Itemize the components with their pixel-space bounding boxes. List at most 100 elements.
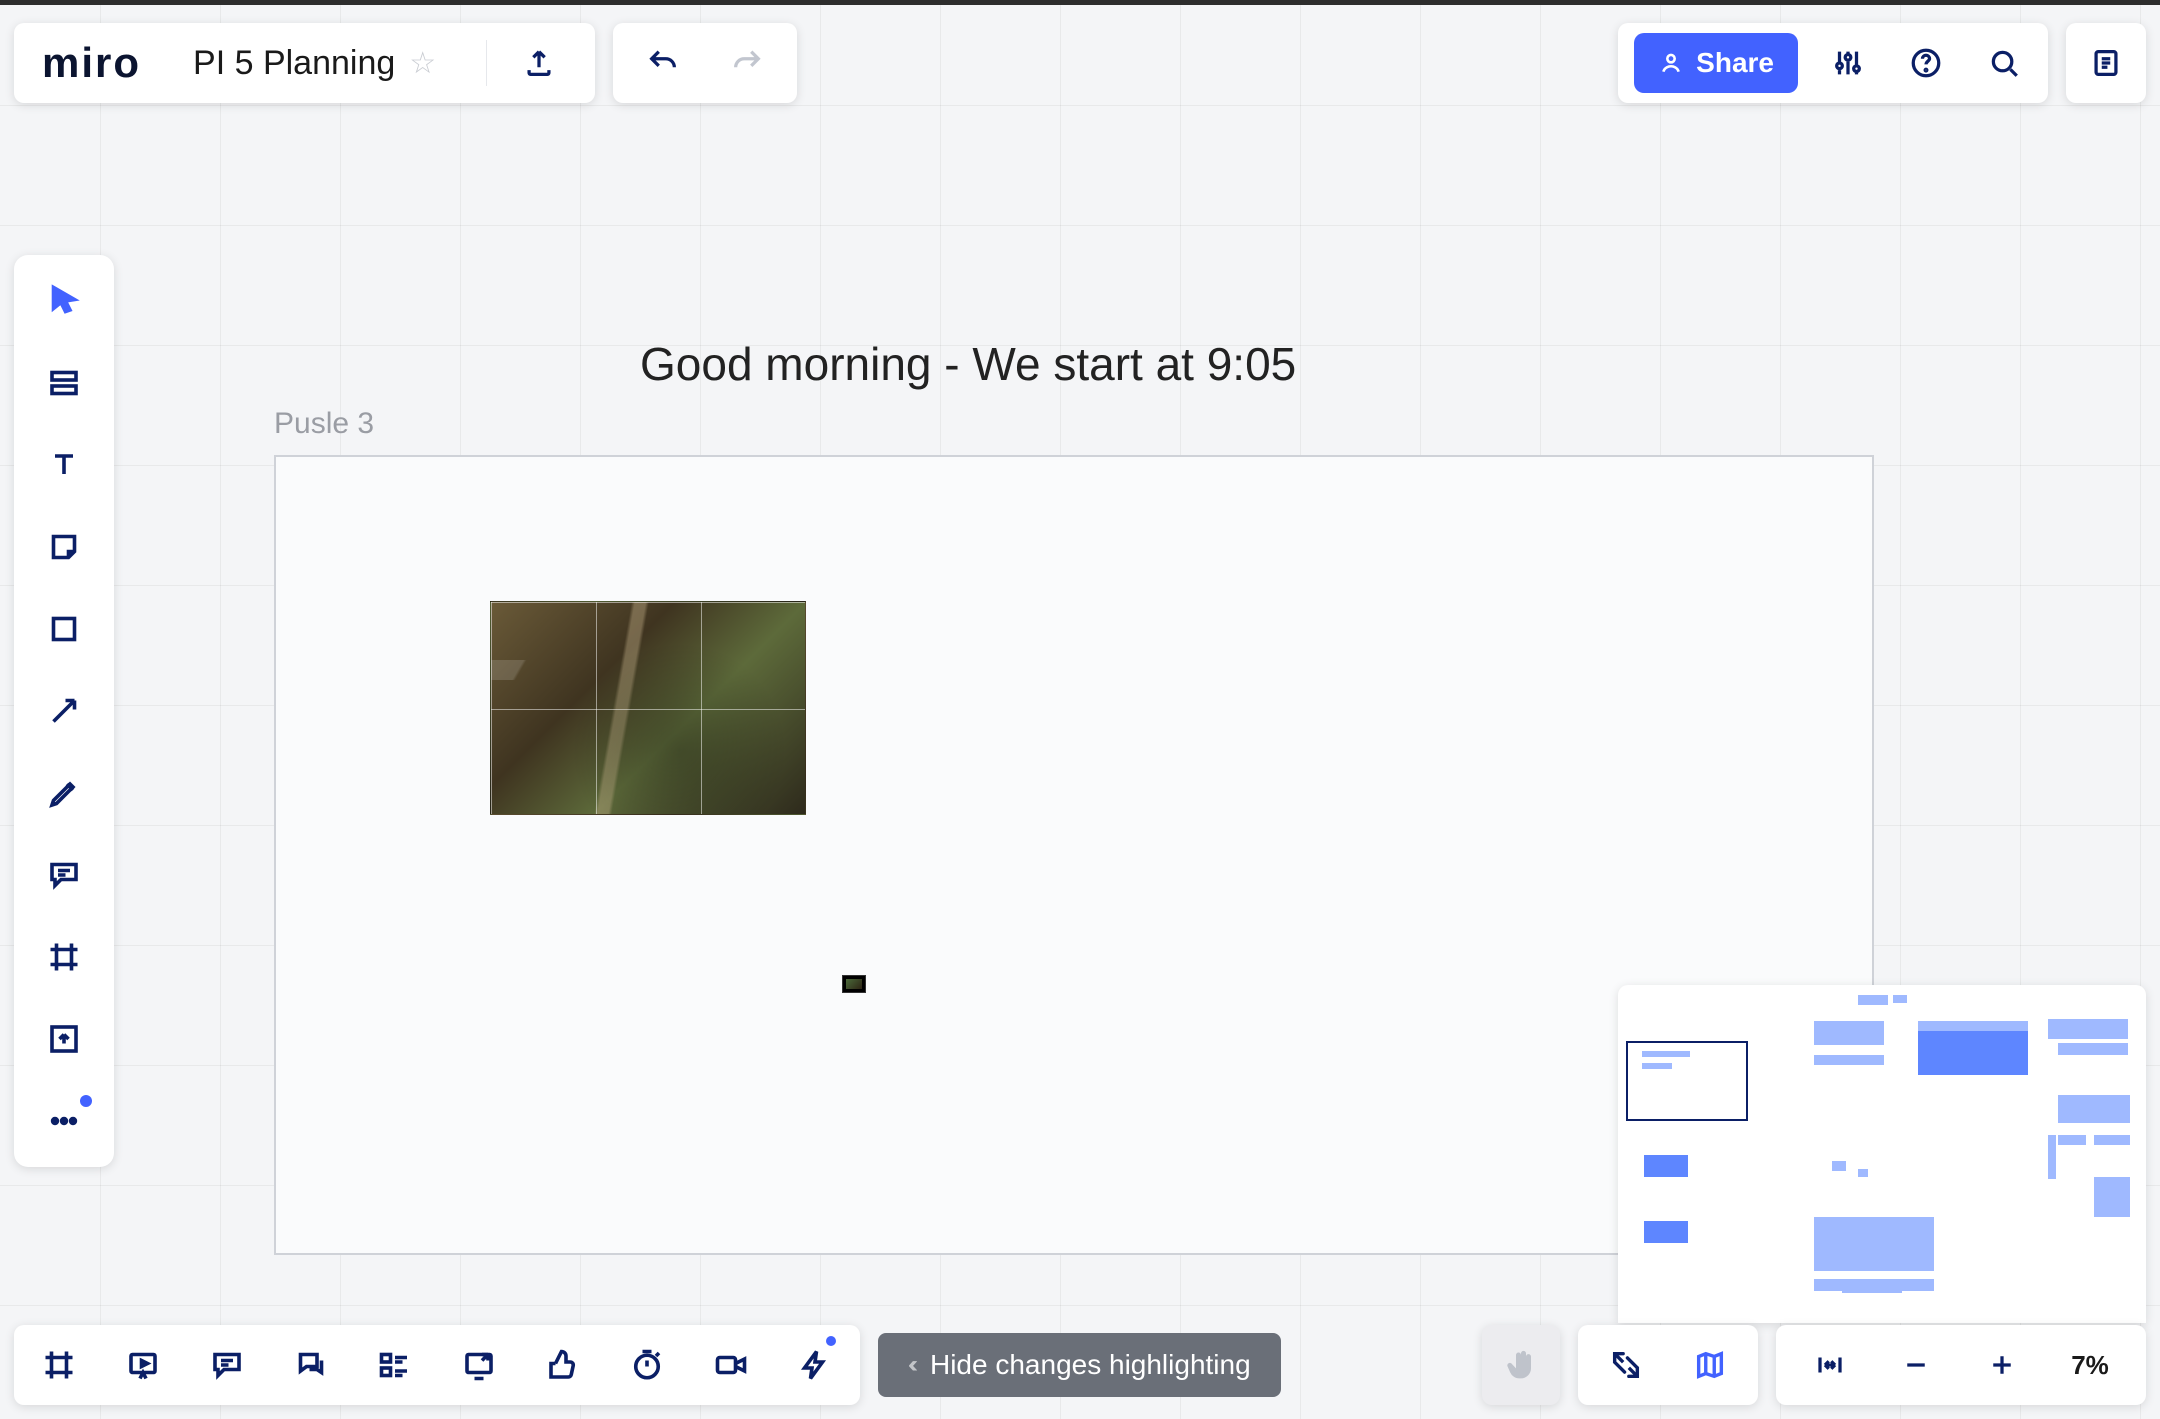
shape-icon [46, 611, 82, 647]
help-button[interactable] [1898, 35, 1954, 91]
tool-timer[interactable] [622, 1340, 672, 1390]
minimap-block [1858, 995, 1888, 1005]
map-icon [1693, 1348, 1727, 1382]
bottom-bar: ‹‹ Hide changes highlighting 7% [14, 1325, 2146, 1405]
more-icon [46, 1103, 82, 1139]
comment-icon [46, 857, 82, 893]
minimap-block [2094, 1177, 2130, 1217]
zoom-in-button[interactable] [1974, 1337, 2030, 1393]
tool-frames-list[interactable] [34, 1340, 84, 1390]
video-icon [713, 1347, 749, 1383]
notes-icon [2089, 46, 2123, 80]
top-bar: miro PI 5 Planning ☆ Share [14, 23, 2146, 103]
minimap-block [2094, 1135, 2130, 1145]
frame-label[interactable]: Pusle 3 [274, 407, 374, 441]
fit-width-icon [1815, 1350, 1845, 1380]
canvas-thumbnail[interactable] [842, 975, 866, 993]
tool-shape[interactable] [34, 605, 94, 653]
tool-upload[interactable] [34, 1015, 94, 1063]
hide-changes-label: Hide changes highlighting [930, 1349, 1251, 1381]
minimap-block [2048, 1019, 2128, 1039]
tool-comment[interactable] [34, 851, 94, 899]
search-button[interactable] [1976, 35, 2032, 91]
separator [486, 40, 487, 86]
share-button[interactable]: Share [1634, 33, 1798, 93]
tool-screen-share[interactable] [454, 1340, 504, 1390]
tool-activities[interactable] [790, 1340, 840, 1390]
comments-icon [209, 1347, 245, 1383]
chevron-left-icon: ‹‹ [908, 1351, 912, 1379]
tool-templates[interactable] [34, 359, 94, 407]
hide-changes-button[interactable]: ‹‹ Hide changes highlighting [878, 1333, 1281, 1397]
tool-sticky-note[interactable] [34, 523, 94, 571]
tool-connection-line[interactable] [34, 687, 94, 735]
tool-select[interactable] [34, 277, 94, 325]
presentation-icon [125, 1347, 161, 1383]
minimap-block [1814, 1055, 1884, 1065]
minimap-block [1918, 1021, 2028, 1031]
tool-reactions[interactable] [538, 1340, 588, 1390]
export-button[interactable] [511, 35, 567, 91]
fullscreen-button[interactable] [1598, 1337, 1654, 1393]
left-toolbar [14, 255, 114, 1167]
minimap-block [2048, 1135, 2056, 1179]
minimap-block [1644, 1221, 1688, 1243]
pen-icon [46, 775, 82, 811]
tool-comments[interactable] [202, 1340, 252, 1390]
share-label: Share [1696, 47, 1774, 79]
templates-icon [46, 365, 82, 401]
help-icon [1909, 46, 1943, 80]
tool-presentation[interactable] [118, 1340, 168, 1390]
tool-more[interactable] [34, 1097, 94, 1145]
zoom-out-button[interactable] [1888, 1337, 1944, 1393]
top-actions-card: Share [1618, 23, 2048, 103]
search-icon [1987, 46, 2021, 80]
minimap-block [2058, 1043, 2128, 1055]
tool-cards[interactable] [370, 1340, 420, 1390]
text-icon [46, 447, 82, 483]
redo-icon [730, 46, 764, 80]
minus-icon [1901, 1350, 1931, 1380]
notes-button[interactable] [2066, 23, 2146, 103]
plus-icon [1987, 1350, 2017, 1380]
tool-frame[interactable] [34, 933, 94, 981]
zoom-card: 7% [1776, 1325, 2146, 1405]
frame-icon [46, 939, 82, 975]
undo-button[interactable] [635, 35, 691, 91]
minimap-block [1814, 1217, 1934, 1271]
timer-icon [629, 1347, 665, 1383]
zoom-value[interactable]: 7% [2060, 1350, 2120, 1381]
tool-video[interactable] [706, 1340, 756, 1390]
minimap-block [1893, 995, 1907, 1003]
canvas-image[interactable] [490, 601, 806, 815]
sliders-icon [1831, 46, 1865, 80]
top-right-cluster: Share [1618, 23, 2146, 103]
upload-icon [46, 1021, 82, 1057]
redo-button[interactable] [719, 35, 775, 91]
settings-button[interactable] [1820, 35, 1876, 91]
export-icon [522, 46, 556, 80]
minimap-block [1858, 1169, 1868, 1177]
cursor-icon [46, 283, 82, 319]
board-title[interactable]: PI 5 Planning [193, 44, 395, 83]
miro-logo[interactable]: miro [42, 39, 141, 87]
minimap-block [1642, 1063, 1672, 1069]
canvas-headline[interactable]: Good morning - We start at 9:05 [640, 337, 1296, 391]
touch-mode-button[interactable] [1482, 1325, 1560, 1405]
minimap[interactable] [1618, 985, 2146, 1323]
bolt-icon [797, 1347, 833, 1383]
tool-text[interactable] [34, 441, 94, 489]
map-button[interactable] [1682, 1337, 1738, 1393]
tool-pen[interactable] [34, 769, 94, 817]
minimap-block [1644, 1155, 1688, 1177]
sticky-note-icon [46, 529, 82, 565]
fullscreen-icon [1609, 1348, 1643, 1382]
star-icon[interactable]: ☆ [409, 46, 436, 81]
nav-card [1578, 1325, 1758, 1405]
tool-chat[interactable] [286, 1340, 336, 1390]
thumbs-up-icon [545, 1347, 581, 1383]
frames-icon [41, 1347, 77, 1383]
minimap-block [1842, 1285, 1902, 1293]
fit-width-button[interactable] [1802, 1337, 1858, 1393]
undo-redo-card [613, 23, 797, 103]
